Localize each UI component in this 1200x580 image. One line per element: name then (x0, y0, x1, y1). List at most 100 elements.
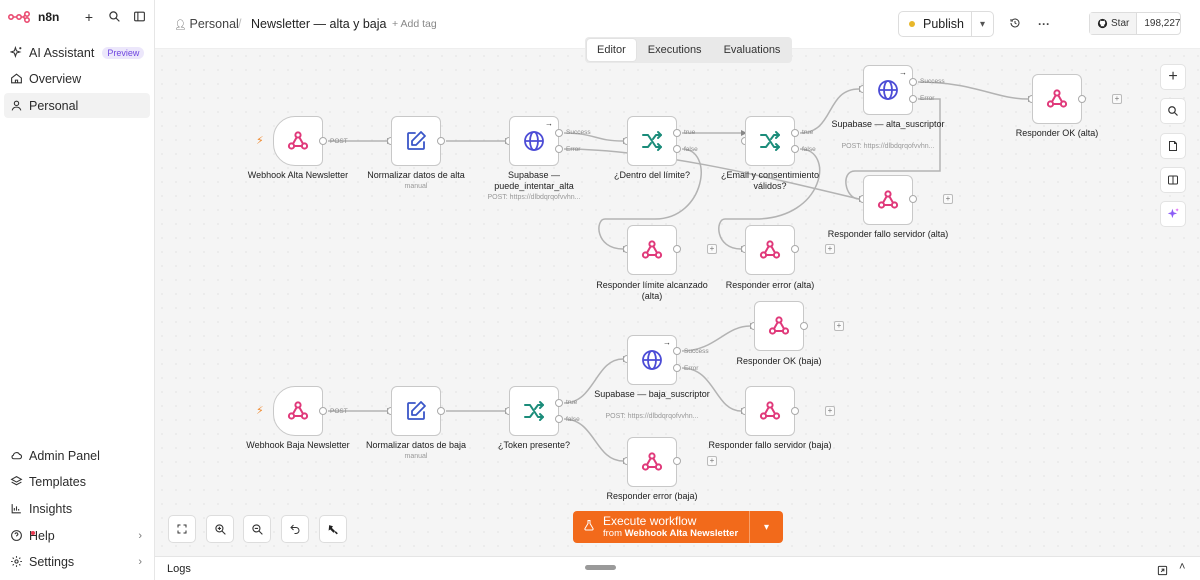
search-icon[interactable] (107, 10, 121, 24)
add-node-plus-icon[interactable]: + (707, 456, 717, 466)
node-label: Responder error (alta) (725, 280, 815, 290)
history-icon[interactable] (1009, 17, 1021, 32)
tab-executions[interactable]: Executions (638, 39, 712, 61)
more-options-icon[interactable]: ··· (1038, 17, 1050, 31)
ai-assistant-button[interactable] (1160, 201, 1186, 227)
node-supabase-baja[interactable]: → (627, 335, 677, 385)
add-icon[interactable]: + (82, 10, 96, 24)
output-port-true[interactable] (791, 129, 799, 137)
port-label: Success (566, 129, 591, 136)
output-port-success[interactable] (909, 78, 917, 86)
add-node-plus-icon[interactable]: + (1112, 94, 1122, 104)
output-port[interactable] (437, 407, 445, 415)
output-port[interactable] (673, 457, 681, 465)
output-port[interactable] (1078, 95, 1086, 103)
publish-button[interactable]: Publish ▾ (898, 11, 994, 37)
sidebar-item-personal[interactable]: Personal (4, 93, 150, 118)
node-label: Normalizar datos de baja (365, 440, 467, 450)
port-label: true (566, 399, 578, 406)
trigger-bolt-icon: ⚡︎ (256, 405, 264, 417)
output-port[interactable] (673, 245, 681, 253)
chevron-up-icon[interactable]: ˄ (1179, 561, 1185, 573)
output-port-false[interactable] (791, 145, 799, 153)
node-responder-ok-alta[interactable] (1032, 74, 1082, 124)
workflow-title[interactable]: Newsletter — alta y baja (251, 17, 386, 31)
output-port-false[interactable] (673, 145, 681, 153)
add-node-plus-icon[interactable]: + (707, 244, 717, 254)
sidebar-item-overview[interactable]: Overview (4, 66, 150, 91)
pop-out-icon[interactable] (1157, 563, 1168, 580)
sidebar-item-settings[interactable]: Settings › (4, 549, 150, 574)
sidebar-item-ai-assistant[interactable]: AI Assistant Preview (4, 40, 150, 65)
output-port-error[interactable] (909, 95, 917, 103)
output-port[interactable] (319, 407, 327, 415)
github-star-button[interactable]: Star 198,227 (1089, 12, 1181, 35)
port-label: true (802, 129, 814, 136)
fit-view-button[interactable] (168, 515, 196, 543)
workflow-canvas[interactable]: Editor Executions Evaluations ⚡︎ POST We… (155, 37, 1200, 556)
chevron-down-icon[interactable]: ▾ (971, 12, 993, 36)
output-port-success[interactable] (673, 347, 681, 355)
node-responder-fallo-alta[interactable] (863, 175, 913, 225)
toggle-panel-button[interactable] (1160, 167, 1186, 193)
add-tag-button[interactable]: + Add tag (392, 18, 437, 30)
node-token-presente[interactable] (509, 386, 559, 436)
sidebar-item-label: AI Assistant (29, 45, 95, 60)
sidebar-item-label: Personal (29, 98, 79, 113)
brand[interactable]: n8n (8, 9, 59, 25)
output-port[interactable] (319, 137, 327, 145)
output-port-success[interactable] (555, 129, 563, 137)
add-node-plus-icon[interactable]: + (825, 406, 835, 416)
sidebar-item-help[interactable]: Help › (4, 523, 150, 548)
logs-panel-bar[interactable]: Logs ˄ (155, 556, 1200, 580)
sidebar-item-admin-panel[interactable]: Admin Panel (4, 443, 150, 468)
node-email-consentimiento[interactable] (745, 116, 795, 166)
resize-handle[interactable] (585, 565, 616, 570)
output-port-false[interactable] (555, 415, 563, 423)
templates-icon (10, 475, 23, 488)
node-normalizar-alta[interactable] (391, 116, 441, 166)
tab-evaluations[interactable]: Evaluations (714, 39, 791, 61)
chevron-down-icon[interactable]: ▾ (750, 511, 783, 543)
node-supabase-alta[interactable]: → (863, 65, 913, 115)
output-port[interactable] (791, 245, 799, 253)
add-node-plus-icon[interactable]: + (943, 194, 953, 204)
node-responder-error-alta[interactable] (745, 225, 795, 275)
node-supabase-puede-intentar[interactable]: → (509, 116, 559, 166)
node-responder-error-baja[interactable] (627, 437, 677, 487)
add-node-plus-icon[interactable]: + (834, 321, 844, 331)
tab-editor[interactable]: Editor (587, 39, 636, 61)
output-port[interactable] (791, 407, 799, 415)
add-node-button[interactable]: + (1160, 64, 1186, 90)
collapse-sidebar-icon[interactable] (132, 10, 146, 24)
sticky-note-button[interactable] (1160, 133, 1186, 159)
output-port[interactable] (437, 137, 445, 145)
output-port[interactable] (909, 195, 917, 203)
undo-button[interactable] (281, 515, 309, 543)
node-normalizar-baja[interactable] (391, 386, 441, 436)
node-responder-ok-baja[interactable] (754, 301, 804, 351)
node-webhook-alta[interactable] (273, 116, 323, 166)
add-node-plus-icon[interactable]: + (825, 244, 835, 254)
output-port[interactable] (800, 322, 808, 330)
tidy-up-button[interactable] (319, 515, 347, 543)
zoom-out-button[interactable] (243, 515, 271, 543)
zoom-in-button[interactable] (206, 515, 234, 543)
node-responder-fallo-baja[interactable] (745, 386, 795, 436)
output-port-true[interactable] (673, 129, 681, 137)
preview-badge: Preview (102, 46, 145, 59)
node-responder-limite[interactable] (627, 225, 677, 275)
github-icon (1097, 18, 1108, 29)
execute-main[interactable]: Execute workflow from Webhook Alta Newsl… (573, 511, 750, 543)
search-nodes-button[interactable] (1160, 98, 1186, 124)
execute-workflow-button[interactable]: Execute workflow from Webhook Alta Newsl… (573, 511, 783, 543)
sidebar-item-insights[interactable]: Insights (4, 496, 150, 521)
sidebar-item-templates[interactable]: Templates (4, 469, 150, 494)
output-port-error[interactable] (555, 145, 563, 153)
breadcrumb-project[interactable]: 👤︎ Personal (174, 17, 239, 31)
output-port-error[interactable] (673, 364, 681, 372)
node-dentro-limite[interactable] (627, 116, 677, 166)
node-webhook-baja[interactable] (273, 386, 323, 436)
output-port-true[interactable] (555, 399, 563, 407)
brush-icon (328, 524, 338, 534)
